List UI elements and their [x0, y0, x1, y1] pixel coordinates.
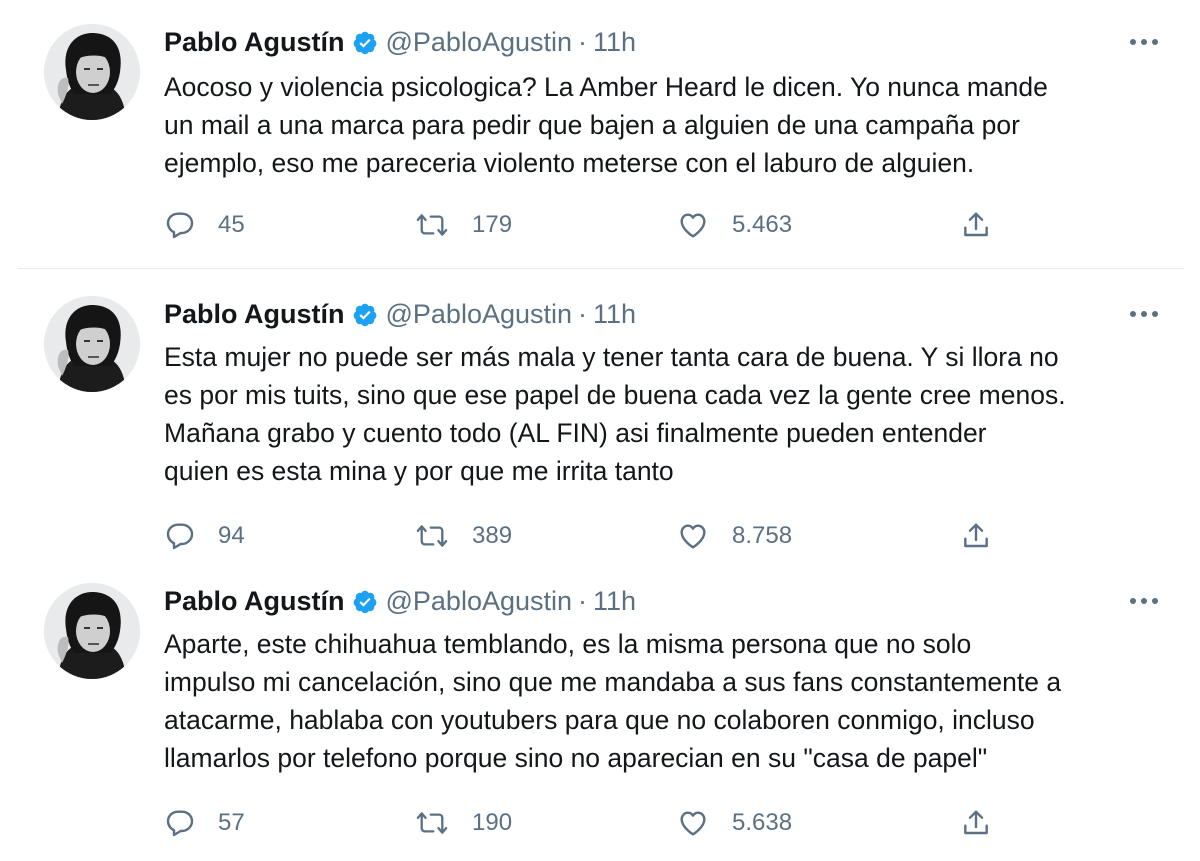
tweet-text-line: impulso mi cancelación, sino que me mand… [164, 667, 1062, 697]
author-handle[interactable]: @PabloAgustin [386, 24, 573, 60]
tweet-actions: 45 179 5.463 [164, 207, 1024, 243]
verified-badge-icon [352, 588, 378, 614]
tweet-text-line: Aocoso y violencia psicologica? La Amber… [164, 72, 1048, 102]
like-count: 8.758 [732, 522, 793, 549]
divider [18, 268, 1184, 269]
retweet-count: 179 [472, 211, 513, 238]
separator: · [578, 299, 588, 329]
reply-button[interactable]: 94 [164, 518, 245, 554]
retweet-button[interactable]: 179 [414, 207, 512, 243]
retweet-arrows-icon [414, 807, 450, 839]
share-button[interactable] [960, 805, 992, 841]
tweet-text-line: un mail a una marca para pedir que bajen… [164, 110, 1020, 140]
share-upload-icon [960, 807, 992, 839]
timestamp[interactable]: 11h [593, 583, 636, 619]
share-upload-icon [960, 520, 992, 552]
speech-bubble-icon [164, 209, 196, 241]
tweet-text-line: es por mis tuits, sino que ese papel de … [164, 380, 1066, 410]
reply-button[interactable]: 57 [164, 805, 245, 841]
profile-photo [44, 583, 140, 679]
retweet-button[interactable]: 190 [414, 805, 512, 841]
tweet-feed: Pablo Agustín @PabloAgustin · 11h Aocoso… [0, 0, 1200, 861]
timestamp[interactable]: 11h [593, 24, 636, 60]
more-dots-icon[interactable] [1126, 587, 1162, 615]
author-name[interactable]: Pablo Agustín [164, 583, 345, 619]
heart-icon [676, 209, 710, 241]
share-button[interactable] [960, 207, 992, 243]
verified-badge-icon [352, 29, 378, 55]
reply-count: 94 [218, 522, 245, 549]
heart-icon [676, 807, 710, 839]
author-name[interactable]: Pablo Agustín [164, 24, 345, 60]
author-handle[interactable]: @PabloAgustin [386, 296, 573, 332]
reply-button[interactable]: 45 [164, 207, 245, 243]
tweet-text-line: quien es esta mina y por que me irrita t… [164, 456, 674, 486]
reply-count: 45 [218, 211, 245, 238]
tweet-text-line: llamarlos por telefono porque sino no ap… [164, 743, 988, 773]
avatar[interactable] [44, 583, 140, 679]
tweet-text-line: atacarme, hablaba con youtubers para que… [164, 705, 1035, 735]
separator: · [578, 586, 588, 616]
avatar[interactable] [44, 24, 140, 120]
tweet-header: Pablo Agustín @PabloAgustin · 11h [164, 583, 636, 619]
reply-count: 57 [218, 809, 245, 836]
tweet-text-line: Aparte, este chihuahua temblando, es la … [164, 629, 972, 659]
retweet-arrows-icon [414, 209, 450, 241]
tweet-header: Pablo Agustín @PabloAgustin · 11h [164, 24, 636, 60]
tweet-text-line: Esta mujer no puede ser más mala y tener… [164, 342, 1059, 372]
separator: · [578, 27, 588, 57]
more-dots-icon[interactable] [1126, 300, 1162, 328]
heart-icon [676, 520, 710, 552]
profile-photo [44, 296, 140, 392]
verified-badge-icon [352, 301, 378, 327]
avatar[interactable] [44, 296, 140, 392]
retweet-count: 190 [472, 809, 513, 836]
like-button[interactable]: 5.463 [676, 207, 792, 243]
tweet-actions: 57 190 5.638 [164, 805, 1024, 841]
tweet-text-line: ejemplo, eso me pareceria violento meter… [164, 148, 975, 178]
speech-bubble-icon [164, 520, 196, 552]
timestamp[interactable]: 11h [593, 296, 636, 332]
like-count: 5.463 [732, 211, 793, 238]
more-dots-icon[interactable] [1126, 28, 1162, 56]
like-button[interactable]: 8.758 [676, 518, 792, 554]
tweet-text: Aparte, este chihuahua temblando, es la … [164, 625, 1164, 777]
share-button[interactable] [960, 518, 992, 554]
tweet-text: Esta mujer no puede ser más mala y tener… [164, 338, 1164, 490]
speech-bubble-icon [164, 807, 196, 839]
author-handle[interactable]: @PabloAgustin [386, 583, 573, 619]
share-upload-icon [960, 209, 992, 241]
tweet-actions: 94 389 8.758 [164, 518, 1024, 554]
profile-photo [44, 24, 140, 120]
like-button[interactable]: 5.638 [676, 805, 792, 841]
like-count: 5.638 [732, 809, 793, 836]
tweet-text-line: Mañana grabo y cuento todo (AL FIN) asi … [164, 418, 987, 448]
author-name[interactable]: Pablo Agustín [164, 296, 345, 332]
tweet-header: Pablo Agustín @PabloAgustin · 11h [164, 296, 636, 332]
retweet-count: 389 [472, 522, 513, 549]
retweet-button[interactable]: 389 [414, 518, 512, 554]
tweet-text: Aocoso y violencia psicologica? La Amber… [164, 68, 1164, 182]
retweet-arrows-icon [414, 520, 450, 552]
